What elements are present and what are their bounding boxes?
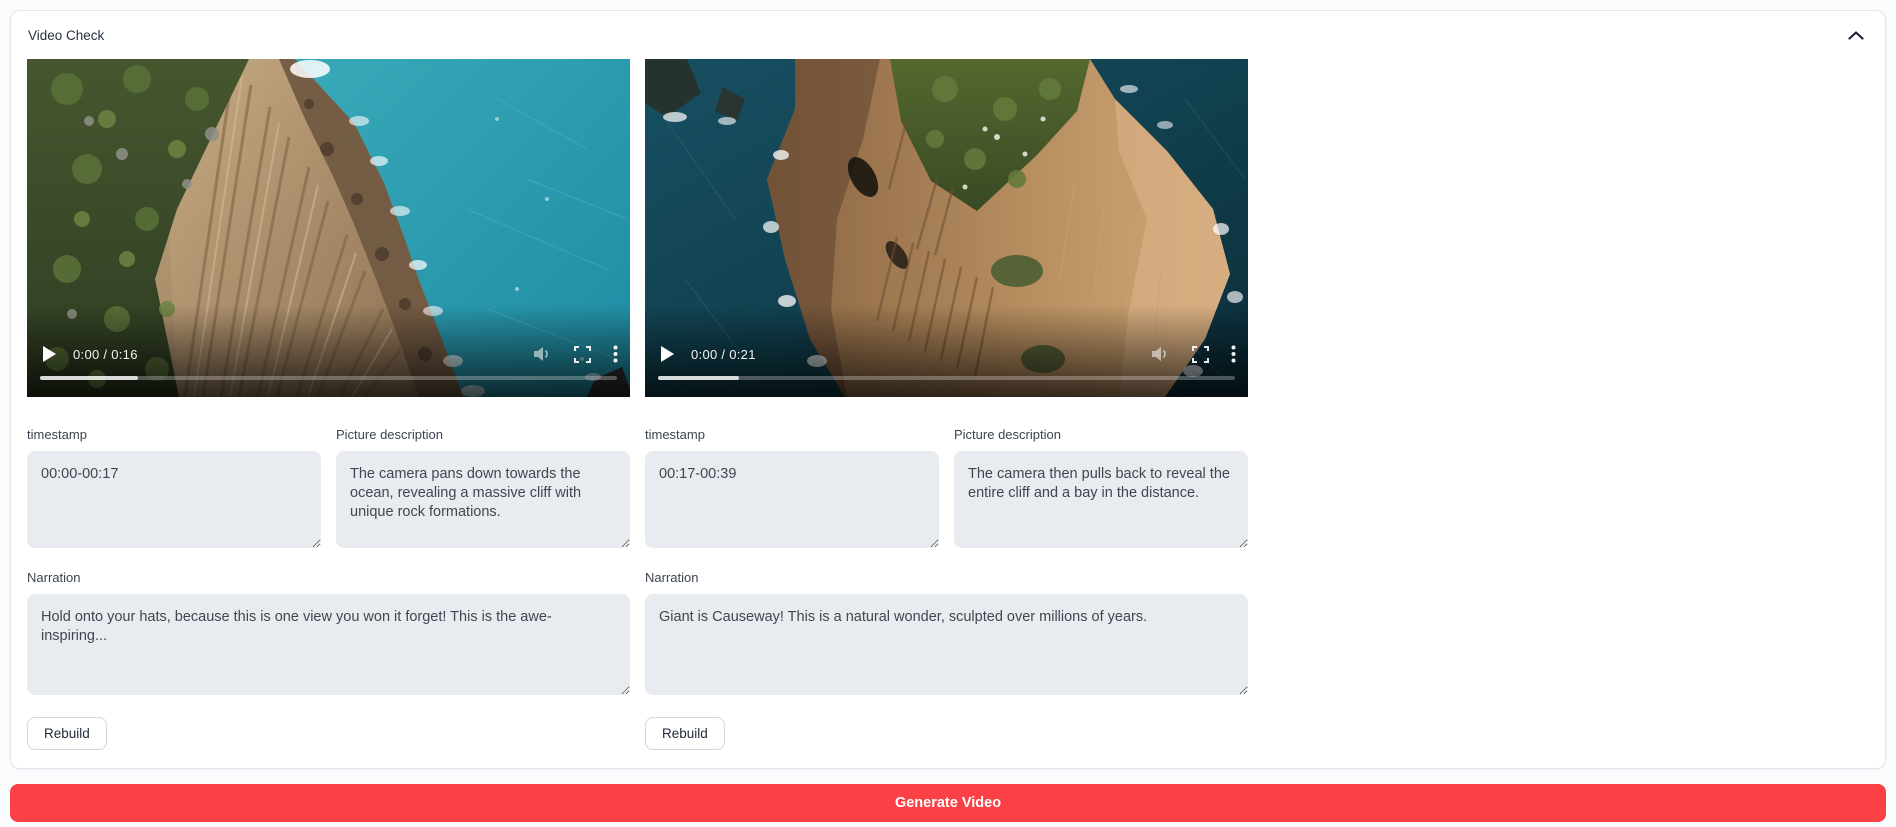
video-player-1[interactable]: 0:00 / 0:16 bbox=[27, 59, 630, 397]
panel-title: Video Check bbox=[28, 28, 104, 43]
fields-row: timestamp Picture description bbox=[27, 427, 630, 548]
page: Video Check bbox=[10, 10, 1886, 822]
volume-icon[interactable] bbox=[532, 344, 552, 364]
narration-label: Narration bbox=[27, 570, 630, 585]
timestamp-label: timestamp bbox=[27, 427, 321, 442]
play-icon[interactable] bbox=[42, 346, 56, 362]
fullscreen-icon[interactable] bbox=[1192, 346, 1209, 363]
timestamp-input[interactable] bbox=[645, 451, 939, 548]
video-progress-bar[interactable] bbox=[40, 376, 617, 380]
video-check-panel: Video Check bbox=[10, 10, 1886, 769]
collapse-panel-button[interactable] bbox=[1844, 29, 1868, 42]
rebuild-button[interactable]: Rebuild bbox=[645, 717, 725, 750]
video-buffered-segment bbox=[658, 376, 739, 380]
fullscreen-icon[interactable] bbox=[574, 346, 591, 363]
picture-description-label: Picture description bbox=[954, 427, 1248, 442]
video-player-2[interactable]: 0:00 / 0:21 bbox=[645, 59, 1248, 397]
video-time-display: 0:00 / 0:21 bbox=[691, 347, 756, 362]
timestamp-input[interactable] bbox=[27, 451, 321, 548]
narration-field: Narration bbox=[27, 570, 630, 695]
narration-field: Narration bbox=[645, 570, 1248, 695]
video-time-display: 0:00 / 0:16 bbox=[73, 347, 138, 362]
video-controls-bar: 0:00 / 0:21 bbox=[660, 341, 1236, 367]
overflow-menu-icon[interactable] bbox=[613, 345, 618, 363]
video-controls-bar: 0:00 / 0:16 bbox=[42, 341, 618, 367]
picture-description-label: Picture description bbox=[336, 427, 630, 442]
video-progress-bar[interactable] bbox=[658, 376, 1235, 380]
scene-2: 0:00 / 0:21 bbox=[645, 59, 1248, 750]
picture-description-input[interactable] bbox=[954, 451, 1248, 548]
scenes-row: 0:00 / 0:16 bbox=[27, 59, 1869, 750]
generate-video-button[interactable]: Generate Video bbox=[10, 784, 1886, 822]
picture-description-input[interactable] bbox=[336, 451, 630, 548]
picture-description-field: Picture description bbox=[336, 427, 630, 548]
narration-input[interactable] bbox=[645, 594, 1248, 695]
narration-input[interactable] bbox=[27, 594, 630, 695]
rebuild-button[interactable]: Rebuild bbox=[27, 717, 107, 750]
fields-row: timestamp Picture description bbox=[645, 427, 1248, 548]
panel-header: Video Check bbox=[28, 28, 1868, 43]
picture-description-field: Picture description bbox=[954, 427, 1248, 548]
volume-icon[interactable] bbox=[1150, 344, 1170, 364]
play-icon[interactable] bbox=[660, 346, 674, 362]
overflow-menu-icon[interactable] bbox=[1231, 345, 1236, 363]
timestamp-field: timestamp bbox=[645, 427, 939, 548]
narration-label: Narration bbox=[645, 570, 1248, 585]
scene-1: 0:00 / 0:16 bbox=[27, 59, 630, 750]
video-buffered-segment bbox=[40, 376, 138, 380]
chevron-up-icon bbox=[1848, 31, 1864, 40]
timestamp-label: timestamp bbox=[645, 427, 939, 442]
timestamp-field: timestamp bbox=[27, 427, 321, 548]
